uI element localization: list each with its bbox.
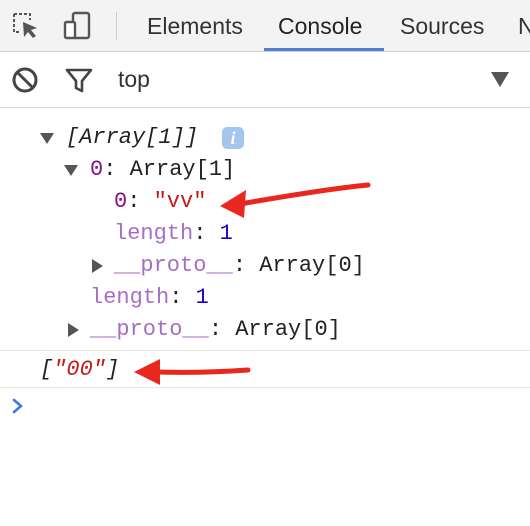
devtools-tab-bar: Elements Console Sources N: [0, 0, 530, 52]
log-array-result[interactable]: ["00"]: [40, 354, 119, 386]
property-colon: :: [103, 157, 117, 182]
tab-sources[interactable]: Sources: [400, 0, 484, 52]
annotation-arrow-icon: [134, 359, 251, 385]
property-row[interactable]: __proto__: Array[0]: [114, 250, 365, 282]
property-colon: :: [193, 221, 207, 246]
property-row: length: 1: [114, 218, 233, 250]
console-message-divider: [0, 350, 530, 351]
expand-triangle-icon[interactable]: [63, 162, 79, 178]
console-message-divider: [0, 387, 530, 388]
log-array-header[interactable]: [Array[1]]: [66, 122, 198, 154]
inspect-element-icon[interactable]: [10, 10, 42, 42]
device-toolbar-icon[interactable]: [62, 10, 94, 42]
info-icon[interactable]: i: [222, 127, 244, 149]
property-key: __proto__: [114, 253, 233, 278]
tab-console[interactable]: Console: [278, 0, 362, 52]
dropdown-triangle-icon[interactable]: [489, 69, 511, 89]
clear-console-icon[interactable]: [10, 65, 40, 95]
property-colon: :: [127, 189, 141, 214]
property-key: __proto__: [90, 317, 209, 342]
property-colon: :: [208, 317, 223, 342]
console-output: [Array[1]] i 0: Array[1] 0: "vv" length:…: [0, 108, 530, 526]
string-value: "vv": [153, 189, 207, 214]
property-key: length: [90, 285, 170, 310]
number-value: 1: [195, 285, 209, 310]
property-colon: :: [232, 253, 247, 278]
tab-network[interactable]: N: [518, 0, 530, 52]
active-tab-indicator: [264, 48, 384, 51]
property-key: length: [114, 221, 194, 246]
filter-icon[interactable]: [64, 65, 94, 95]
expand-triangle-icon[interactable]: [39, 130, 55, 146]
toolbar-divider: [116, 12, 117, 40]
string-value: "00": [53, 357, 107, 382]
property-colon: :: [169, 285, 183, 310]
collapse-triangle-icon[interactable]: [89, 258, 105, 274]
collapse-triangle-icon[interactable]: [65, 322, 81, 338]
number-value: 1: [219, 221, 233, 246]
bracket-open: [: [40, 357, 54, 382]
context-selector[interactable]: top: [118, 52, 150, 106]
array-summary: [Array[1]]: [66, 125, 199, 150]
tab-elements[interactable]: Elements: [147, 0, 243, 52]
property-row[interactable]: 0: Array[1]: [90, 154, 235, 186]
property-row: length: 1: [90, 282, 209, 314]
property-row: 0: "vv": [114, 186, 206, 218]
property-value: Array[0]: [259, 253, 365, 278]
annotation-arrow-icon: [220, 182, 371, 218]
property-value: Array[0]: [235, 317, 341, 342]
property-key: 0: [90, 157, 104, 182]
property-key: 0: [114, 189, 128, 214]
bracket-close: ]: [106, 357, 120, 382]
console-prompt-icon[interactable]: [10, 397, 26, 415]
property-row[interactable]: __proto__: Array[0]: [90, 314, 341, 346]
console-toolbar: top: [0, 52, 530, 108]
